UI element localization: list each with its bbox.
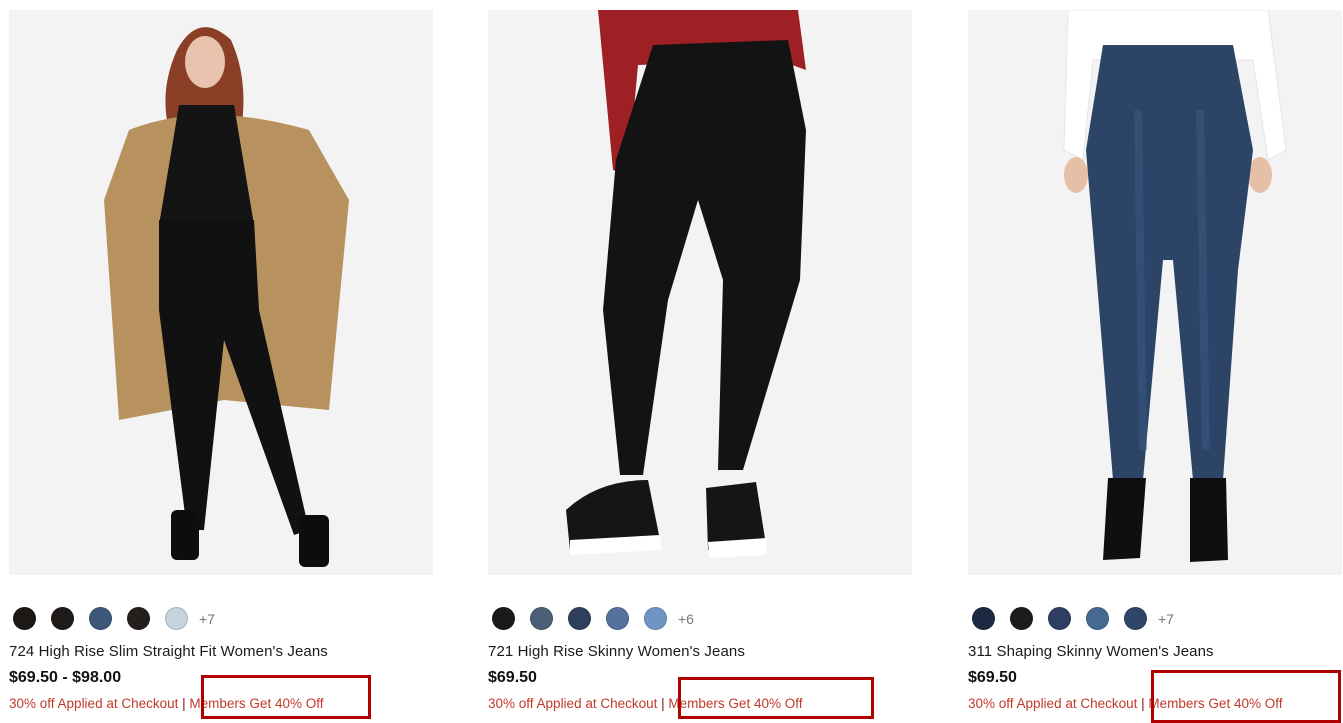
more-colors-count[interactable]: +7 [199,611,215,627]
color-swatch[interactable] [644,607,667,630]
member-promo-highlight-2 [678,677,874,719]
more-colors-count[interactable]: +6 [678,611,694,627]
color-swatch[interactable] [972,607,995,630]
product-title[interactable]: 721 High Rise Skinny Women's Jeans [488,643,745,660]
color-swatch[interactable] [13,607,36,630]
product-image-1[interactable] [9,10,433,575]
color-swatch[interactable] [165,607,188,630]
color-swatches: +6 [492,607,694,630]
promo-separator: | [661,696,665,711]
more-colors-count[interactable]: +7 [1158,611,1174,627]
color-swatch[interactable] [1048,607,1071,630]
color-swatch[interactable] [568,607,591,630]
color-swatch[interactable] [127,607,150,630]
color-swatch[interactable] [89,607,112,630]
product-card-1[interactable]: +7 724 High Rise Slim Straight Fit Women… [9,0,433,723]
color-swatches: +7 [13,607,215,630]
member-promo-highlight-3 [1151,670,1341,723]
product-title[interactable]: 724 High Rise Slim Straight Fit Women's … [9,643,328,660]
product-title[interactable]: 311 Shaping Skinny Women's Jeans [968,643,1214,660]
product-image-3[interactable] [968,10,1342,575]
color-swatch[interactable] [1086,607,1109,630]
promo-separator: | [1141,696,1145,711]
product-price: $69.50 - $98.00 [9,669,122,686]
product-price: $69.50 [488,669,537,686]
member-promo-highlight-1 [201,675,371,719]
checkout-discount: 30% off Applied at Checkout [968,696,1138,711]
promo-separator: | [182,696,186,711]
color-swatch[interactable] [51,607,74,630]
color-swatch[interactable] [1010,607,1033,630]
product-card-3[interactable]: +7 311 Shaping Skinny Women's Jeans $69.… [968,0,1343,723]
product-card-2[interactable]: +6 721 High Rise Skinny Women's Jeans $6… [488,0,912,723]
color-swatch[interactable] [606,607,629,630]
color-swatch[interactable] [492,607,515,630]
product-price: $69.50 [968,669,1017,686]
checkout-discount: 30% off Applied at Checkout [488,696,658,711]
product-image-2[interactable] [488,10,912,575]
color-swatch[interactable] [530,607,553,630]
checkout-discount: 30% off Applied at Checkout [9,696,179,711]
color-swatch[interactable] [1124,607,1147,630]
color-swatches: +7 [972,607,1174,630]
